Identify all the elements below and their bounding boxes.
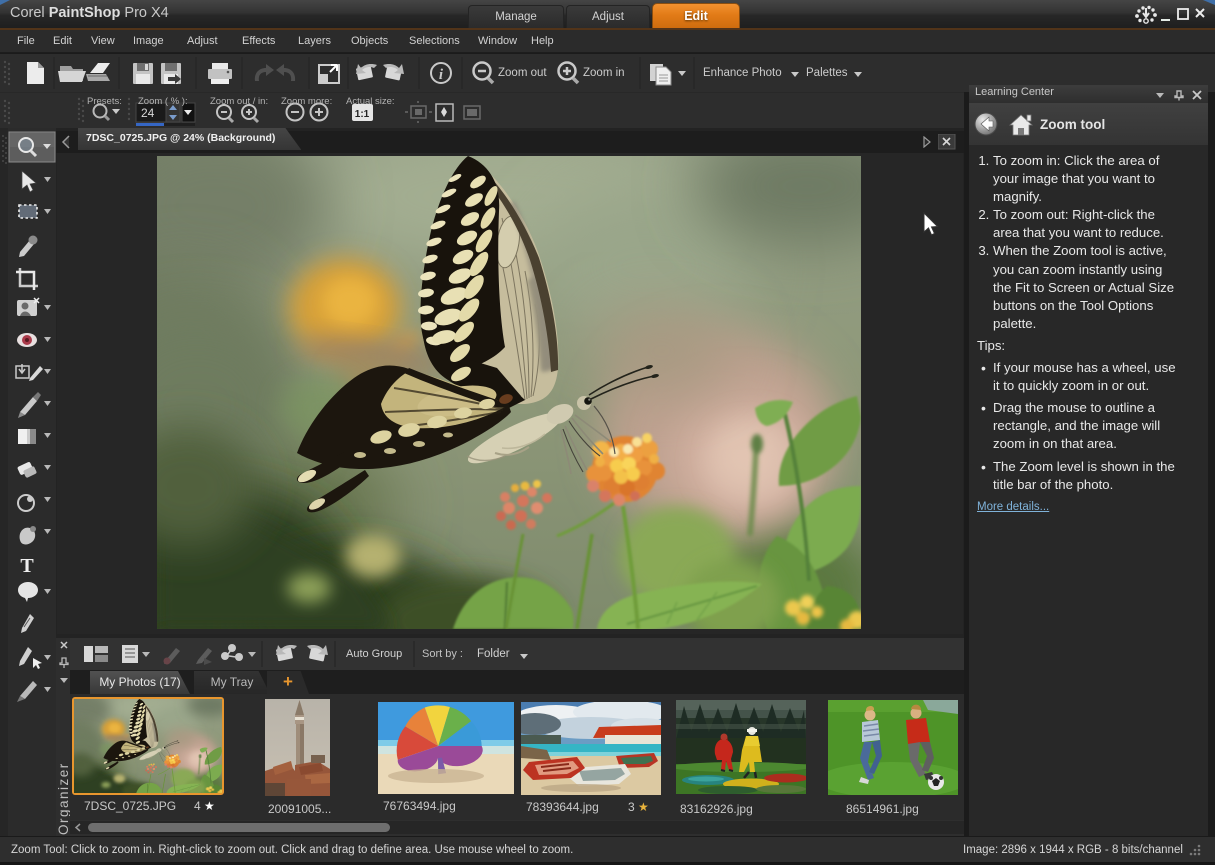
svg-text:T: T <box>20 555 34 577</box>
svg-text:Zoom tool: Zoom tool <box>1040 117 1105 132</box>
svg-text:24: 24 <box>141 106 155 120</box>
svg-text:Organizer: Organizer <box>56 762 71 835</box>
svg-text:1:1: 1:1 <box>355 109 370 120</box>
svg-text:i: i <box>439 67 444 83</box>
